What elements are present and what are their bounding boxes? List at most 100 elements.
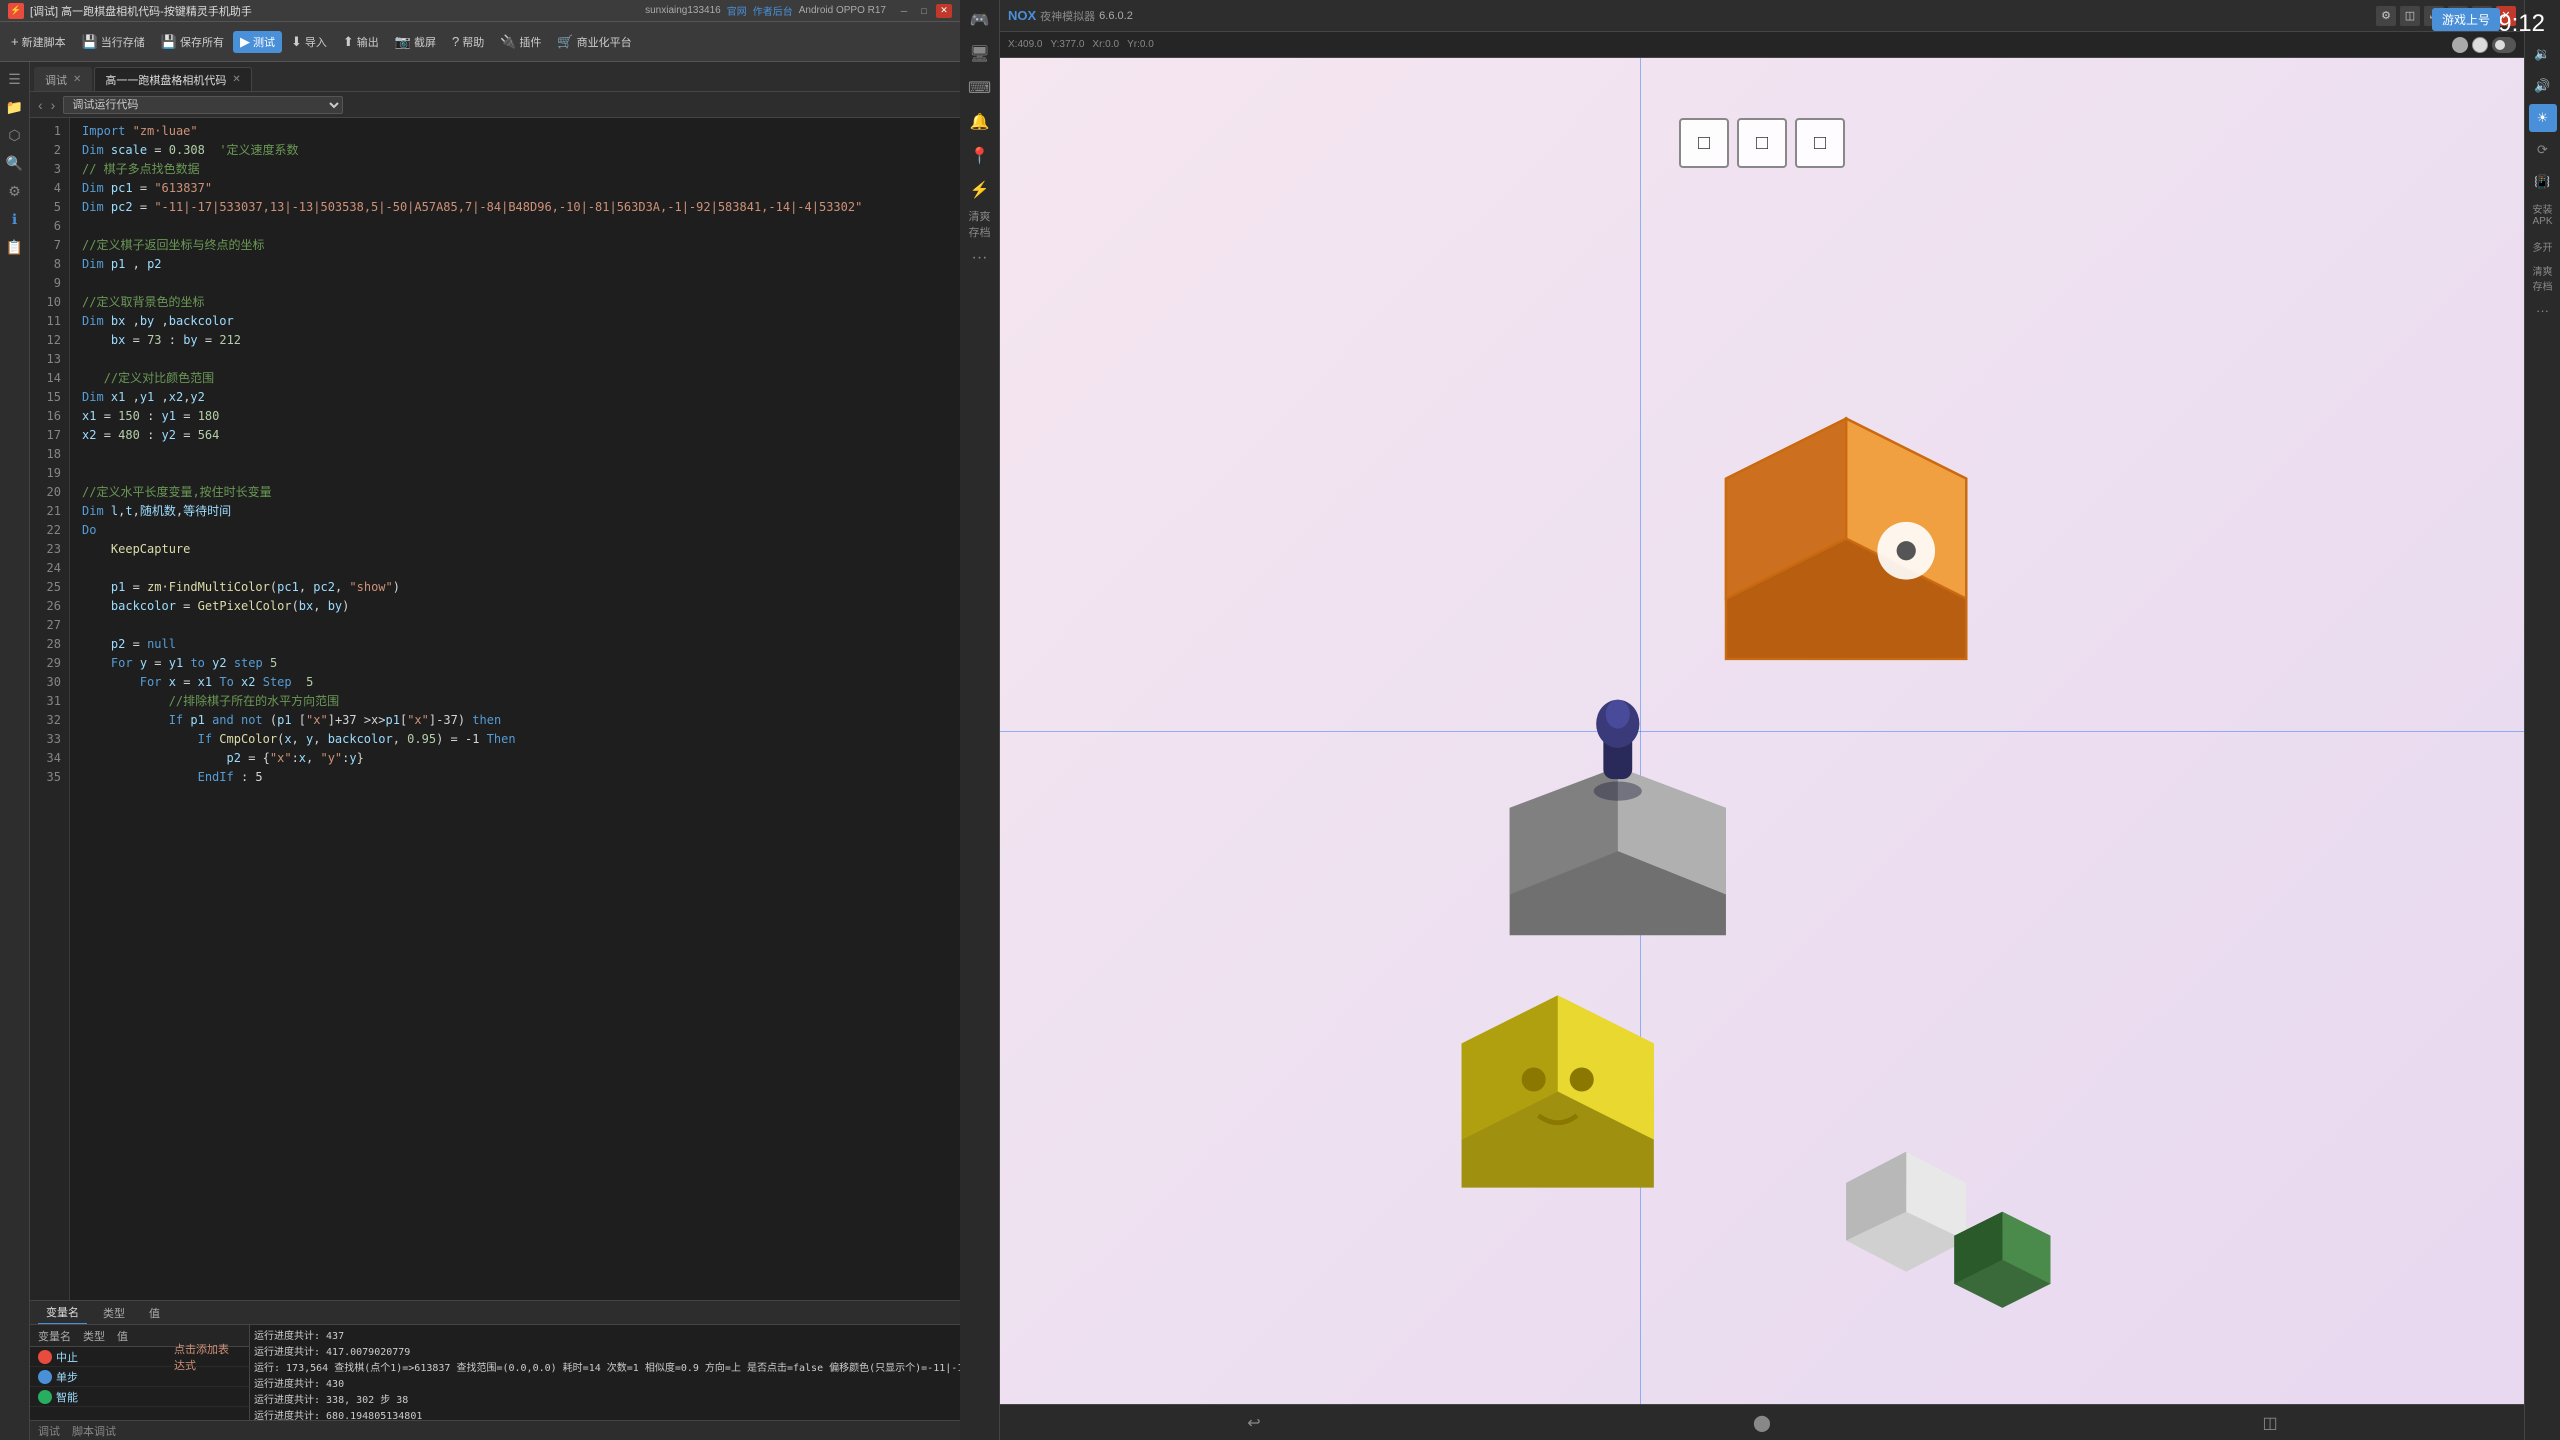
username: sunxiaing133416 — [645, 5, 721, 16]
type-tab[interactable]: 类型 — [95, 1301, 133, 1324]
save-all-button[interactable]: 💾 保存所有 — [154, 31, 231, 53]
nox-clear-save-icon[interactable]: 清爽存档 — [2529, 264, 2557, 292]
nox-more-right-icon[interactable]: ··· — [2529, 296, 2557, 324]
game-platform-button[interactable]: 游戏上号 — [2432, 8, 2500, 31]
tab-debug[interactable]: 调试 ✕ — [34, 67, 92, 91]
title-bar: ⚡ [调试] 高一跑棋盘相机代码-按键精灵手机助手 sunxiaing13341… — [0, 0, 960, 22]
nox-bottom-nav: ↩ ⬤ ◫ — [1000, 1404, 2524, 1440]
nox-location-icon[interactable]: 📍 — [964, 140, 996, 172]
nox-recent-button[interactable]: ◫ — [2255, 1408, 2285, 1438]
title-text: [调试] 高一跑棋盘相机代码-按键精灵手机助手 — [30, 3, 645, 19]
nox-shake-icon[interactable]: 📳 — [2529, 168, 2557, 196]
sidebar-item-log[interactable]: 📋 — [2, 234, 28, 260]
minimize-button[interactable]: ─ — [896, 4, 912, 18]
nox-toolbar-right — [2452, 37, 2516, 53]
nox-brightness-icon[interactable]: ☀ — [2529, 104, 2557, 132]
camera-icon: 📷 — [395, 34, 411, 50]
import-button[interactable]: ⬇ 导入 — [284, 31, 334, 53]
vars-col-name: 变量名 — [38, 1328, 71, 1344]
nox-vol-up-icon[interactable]: 🔊 — [2529, 72, 2557, 100]
nox-indicator-1 — [2452, 37, 2468, 53]
tab-debug-close[interactable]: ✕ — [73, 74, 81, 85]
nox-more-icon[interactable]: ··· — [964, 242, 996, 274]
small-cube-1 — [1846, 1152, 1966, 1272]
game-svg — [1000, 58, 2524, 1404]
nox-yr-coord: Yr:0.0 — [1127, 39, 1154, 50]
smart-indicator — [38, 1390, 52, 1404]
left-sidebar: ☰ 📁 ⬡ 🔍 ⚙ ℹ 📋 — [0, 62, 30, 1440]
user-info: sunxiaing133416 官网 作者后台 Android OPPO R17 — [645, 3, 886, 18]
nox-home-button[interactable]: ⬤ — [1747, 1408, 1777, 1438]
help-icon: ? — [452, 34, 459, 49]
nox-keyboard-icon[interactable]: ⌨ — [964, 72, 996, 104]
nox-game-content[interactable]: □ □ □ — [1000, 58, 2524, 1404]
plugins-icon: 🔌 — [500, 34, 516, 50]
nox-y-coord: Y:377.0 — [1050, 39, 1084, 50]
sidebar-item-settings[interactable]: ⚙ — [2, 178, 28, 204]
sidebar-item-files[interactable]: 📁 — [2, 94, 28, 120]
store-icon: 🛒 — [557, 34, 573, 50]
sidebar-item-search[interactable]: 🔍 — [2, 150, 28, 176]
save-row-button[interactable]: 💾 当行存储 — [75, 31, 152, 53]
app-icon: ⚡ — [8, 3, 24, 19]
run-icon: ▶ — [240, 34, 250, 50]
help-button[interactable]: ? 帮助 — [445, 31, 491, 53]
add-watch-label[interactable]: 点击添加表达式 — [166, 1337, 241, 1377]
var-step-name: 单步 — [56, 1369, 116, 1385]
store-platform-button[interactable]: 🛒 商业化平台 — [550, 31, 638, 53]
nox-back-button[interactable]: ↩ — [1239, 1408, 1269, 1438]
nox-notification-icon[interactable]: 🔔 — [964, 106, 996, 138]
line-numbers: 12345 678910 1112131415 1617181920 21222… — [30, 118, 70, 1300]
tab-code[interactable]: 高一一跑棋盘格相机代码 ✕ — [94, 67, 251, 91]
script-debug-btn[interactable]: 脚本调试 — [72, 1423, 116, 1439]
value-tab[interactable]: 值 — [141, 1301, 168, 1324]
nox-layout-btn[interactable]: ◫ — [2400, 6, 2420, 26]
step-indicator — [38, 1370, 52, 1384]
nox-display-icon[interactable]: 🖥 — [964, 38, 996, 70]
nox-save-icon[interactable]: 清爽存档 — [964, 208, 996, 240]
close-button[interactable]: ✕ — [936, 4, 952, 18]
nox-toggle[interactable] — [2492, 37, 2516, 53]
nox-panel: 🎮 🖥 ⌨ 🔔 📍 ⚡ 清爽存档 ··· NOX 夜神模拟器 6.6.0.2 ⚙… — [960, 0, 2560, 1440]
nox-xr-coord: Xr:0.0 — [1092, 39, 1119, 50]
nox-controller-icon[interactable]: 🎮 — [964, 4, 996, 36]
store-link[interactable]: 官网 — [727, 3, 747, 18]
nox-version: 6.6.0.2 — [1099, 10, 2376, 22]
sidebar-item-menu[interactable]: ☰ — [2, 66, 28, 92]
new-script-button[interactable]: + 新建脚本 — [4, 31, 73, 53]
export-button[interactable]: ⬆ 输出 — [336, 31, 386, 53]
workspace-link[interactable]: 作者后台 — [753, 3, 793, 18]
toolbar: + 新建脚本 💾 当行存储 💾 保存所有 ▶ 测试 ⬇ 导入 ⬆ 输出 📷 截屏… — [0, 22, 960, 62]
tab-debug-label: 调试 — [45, 72, 67, 88]
sidebar-item-info[interactable]: ℹ — [2, 206, 28, 232]
nav-next-button[interactable]: › — [51, 97, 56, 113]
nox-multi-open-icon[interactable]: 多开 — [2529, 232, 2557, 260]
debug-btn[interactable]: 调试 — [38, 1423, 60, 1439]
nox-settings-btn[interactable]: ⚙ — [2376, 6, 2396, 26]
small-cube-2 — [1954, 1212, 2050, 1308]
nox-vol-down-icon[interactable]: 🔉 — [2529, 40, 2557, 68]
player-piece — [1594, 700, 1642, 801]
nox-speed-icon[interactable]: ⚡ — [964, 174, 996, 206]
nox-x-coord: X:409.0 — [1008, 39, 1042, 50]
nox-left-sidebar: 🎮 🖥 ⌨ 🔔 📍 ⚡ 清爽存档 ··· — [960, 0, 1000, 1440]
nav-prev-button[interactable]: ‹ — [38, 97, 43, 113]
sidebar-item-modules[interactable]: ⬡ — [2, 122, 28, 148]
maximize-button[interactable]: □ — [916, 4, 932, 18]
plugins-button[interactable]: 🔌 插件 — [493, 31, 548, 53]
nox-subtitle: 夜神模拟器 — [1040, 8, 1095, 24]
vars-col-val: 值 — [117, 1328, 128, 1344]
var-row-stop: 中止 点击添加表达式 — [30, 1347, 249, 1367]
nox-apk-icon[interactable]: 安装APK — [2529, 200, 2557, 228]
new-icon: + — [11, 34, 19, 49]
path-select[interactable]: 调试运行代码 — [63, 96, 343, 114]
nox-title-bar: NOX 夜神模拟器 6.6.0.2 ⚙ ◫ ⤢ ─ □ ✕ — [1000, 0, 2524, 32]
vars-tab[interactable]: 变量名 — [38, 1301, 87, 1324]
nox-rotate-icon[interactable]: ⟳ — [2529, 136, 2557, 164]
export-icon: ⬆ — [343, 34, 354, 50]
window-controls: ─ □ ✕ — [896, 4, 952, 18]
screenshot-button[interactable]: 📷 截屏 — [388, 31, 443, 53]
var-row-smart: 智能 — [30, 1387, 249, 1407]
tab-code-close[interactable]: ✕ — [232, 74, 240, 85]
run-button[interactable]: ▶ 测试 — [233, 31, 282, 53]
